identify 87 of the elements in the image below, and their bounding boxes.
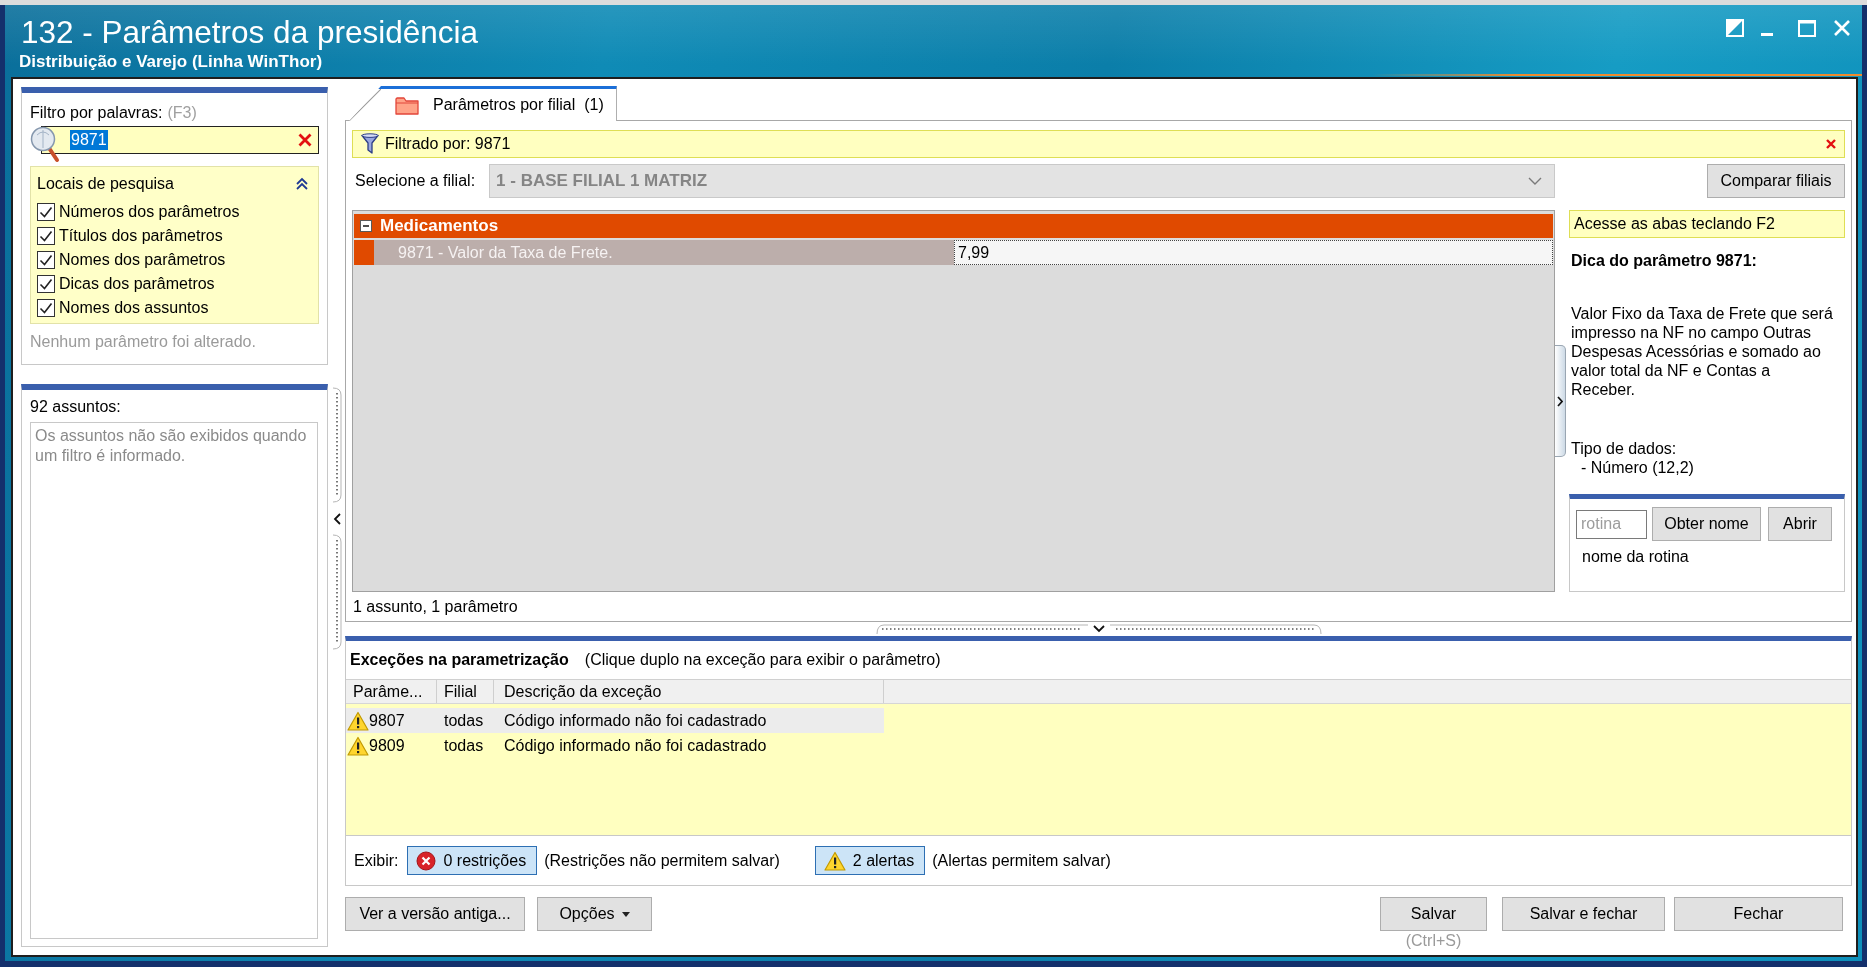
close-button[interactable]: Fechar (1674, 897, 1843, 931)
checkbox-label[interactable]: Dicas dos parâmetros (59, 275, 215, 293)
chevron-right-icon[interactable] (1557, 395, 1563, 407)
routine-field[interactable]: rotina (1576, 509, 1647, 539)
chevron-down-icon (1528, 177, 1542, 185)
group-header[interactable]: Medicamentos (354, 214, 1553, 238)
window-title: 132 - Parâmetros da presidência (21, 13, 478, 51)
toggle-note: (Alertas permitem salvar) (932, 851, 1111, 870)
splitter-grip[interactable] (875, 624, 1088, 634)
filter-text: Filtrado por: 9871 (385, 135, 511, 153)
branch-label: Selecione a filial: (355, 172, 476, 190)
shortcut-notice: Acesse as abas teclando F2 (1569, 210, 1845, 238)
status-text: Nenhum parâmetro foi alterado. (30, 332, 256, 352)
hint-title: Dica do parâmetro 9871: (1571, 251, 1757, 270)
splitter-grip[interactable] (1109, 624, 1322, 634)
open-button[interactable]: Abrir (1768, 507, 1832, 541)
split-square-icon[interactable] (1726, 19, 1744, 37)
get-name-button[interactable]: Obter nome (1652, 507, 1761, 541)
list-message: Os assuntos não são exibidos quando um filtro é informado. (35, 426, 308, 466)
table-cell: Código informado não foi cadastrado (504, 736, 767, 755)
subject-count-label: 92 assuntos: (30, 397, 121, 417)
search-field[interactable]: 9871 (41, 126, 319, 154)
checkbox[interactable] (37, 275, 55, 293)
compare-button[interactable]: Comparar filiais (1707, 164, 1845, 198)
minus-box-icon[interactable] (360, 220, 372, 232)
save-button[interactable]: Salvar (1380, 897, 1487, 931)
shortcut-hint: (Ctrl+S) (1405, 932, 1462, 950)
tab[interactable]: Parâmetros por filial (1) (349, 86, 617, 121)
grid-status: 1 assunto, 1 parâmetro (353, 597, 518, 616)
checkbox[interactable] (37, 203, 55, 221)
splitter-grip[interactable] (331, 387, 342, 503)
table-cell: Código informado não foi cadastrado (504, 711, 767, 730)
double-chevron-up-icon[interactable] (295, 177, 309, 191)
hint-text: Valor Fixo da Taxa de Frete que será impresso na NF no campo Outras Despesas Acessórias e somado ao valor total da NF e Contas a Receber. (1570, 304, 1834, 399)
column-header[interactable]: Descrição da exceção (494, 680, 884, 703)
subject-list[interactable]: Os assuntos não são exibidos quando um filtro é informado. (30, 422, 318, 939)
section-title: Locais de pesquisa (37, 174, 174, 194)
toggle-note: (Restrições não permitem salvar) (544, 851, 780, 870)
alerts-toggle[interactable]: 2 alertas (814, 846, 926, 875)
splitter-handle[interactable] (1555, 345, 1566, 457)
table-row[interactable]: 9807 todas Código informado não foi cadastrado (346, 708, 884, 733)
funnel-icon (361, 133, 379, 155)
options-button[interactable]: Opções (537, 897, 652, 931)
clear-icon[interactable] (298, 133, 312, 147)
folder-icon (395, 95, 419, 115)
data-type-label: Tipo de dados: (1571, 439, 1677, 458)
checkbox-label[interactable]: Nomes dos parâmetros (59, 251, 226, 269)
grid-cell: 9871 - Valor da Taxa de Frete. (374, 240, 954, 265)
value-cell[interactable]: 7,99 (954, 240, 1553, 265)
checkbox-label[interactable]: Títulos dos parâmetros (59, 227, 223, 245)
chevron-down-icon[interactable] (1092, 625, 1105, 633)
close-icon[interactable] (1826, 139, 1836, 149)
checkbox[interactable] (37, 251, 55, 269)
panel-hint: (Clique duplo na exceção para exibir o parâmetro) (584, 651, 941, 669)
error-icon (416, 850, 437, 871)
routine-name-label: nome da rotina (1582, 547, 1689, 567)
selected-text: 9871 (70, 130, 108, 150)
window-subtitle: Distribuição e Varejo (Linha WinThor) (19, 51, 323, 72)
warning-icon (347, 735, 369, 756)
search-icon[interactable] (30, 126, 61, 163)
caret-down-icon (621, 911, 630, 917)
splitter-grip[interactable] (331, 534, 342, 650)
checkbox-label[interactable]: Números dos parâmetros (59, 203, 240, 221)
old-version-button[interactable]: Ver a versão antiga... (345, 897, 525, 931)
checkbox[interactable] (37, 299, 55, 317)
checkbox[interactable] (37, 227, 55, 245)
show-label: Exibir: (354, 851, 399, 870)
chevron-left-icon[interactable] (332, 513, 341, 525)
table-cell: 9807 (369, 711, 405, 730)
group-title: Medicamentos (380, 216, 499, 236)
column-header[interactable]: Parâme... (346, 680, 437, 703)
table-cell: 9809 (369, 736, 405, 755)
warning-icon (347, 710, 369, 731)
grid-row[interactable]: 9871 - Valor da Taxa de Frete. 7,99 (354, 240, 1553, 265)
restrictions-toggle[interactable]: 0 restrições (407, 846, 538, 875)
table-row[interactable]: 9809 todas Código informado não foi cadastrado (346, 733, 884, 758)
warning-icon (823, 850, 846, 871)
checkbox-label[interactable]: Nomes dos assuntos (59, 299, 209, 317)
data-type-value: - Número (12,2) (1581, 458, 1694, 477)
column-header[interactable]: Filial (437, 680, 494, 703)
table-cell: todas (444, 711, 484, 730)
table-cell: todas (444, 736, 484, 755)
panel-title: Exceções na parametrização (350, 651, 569, 669)
save-and-close-button[interactable]: Salvar e fechar (1502, 897, 1665, 931)
filter-label: Filtro por palavras: (30, 103, 163, 123)
shortcut-label: (F3) (167, 103, 197, 123)
maximize-icon[interactable] (1798, 19, 1816, 37)
